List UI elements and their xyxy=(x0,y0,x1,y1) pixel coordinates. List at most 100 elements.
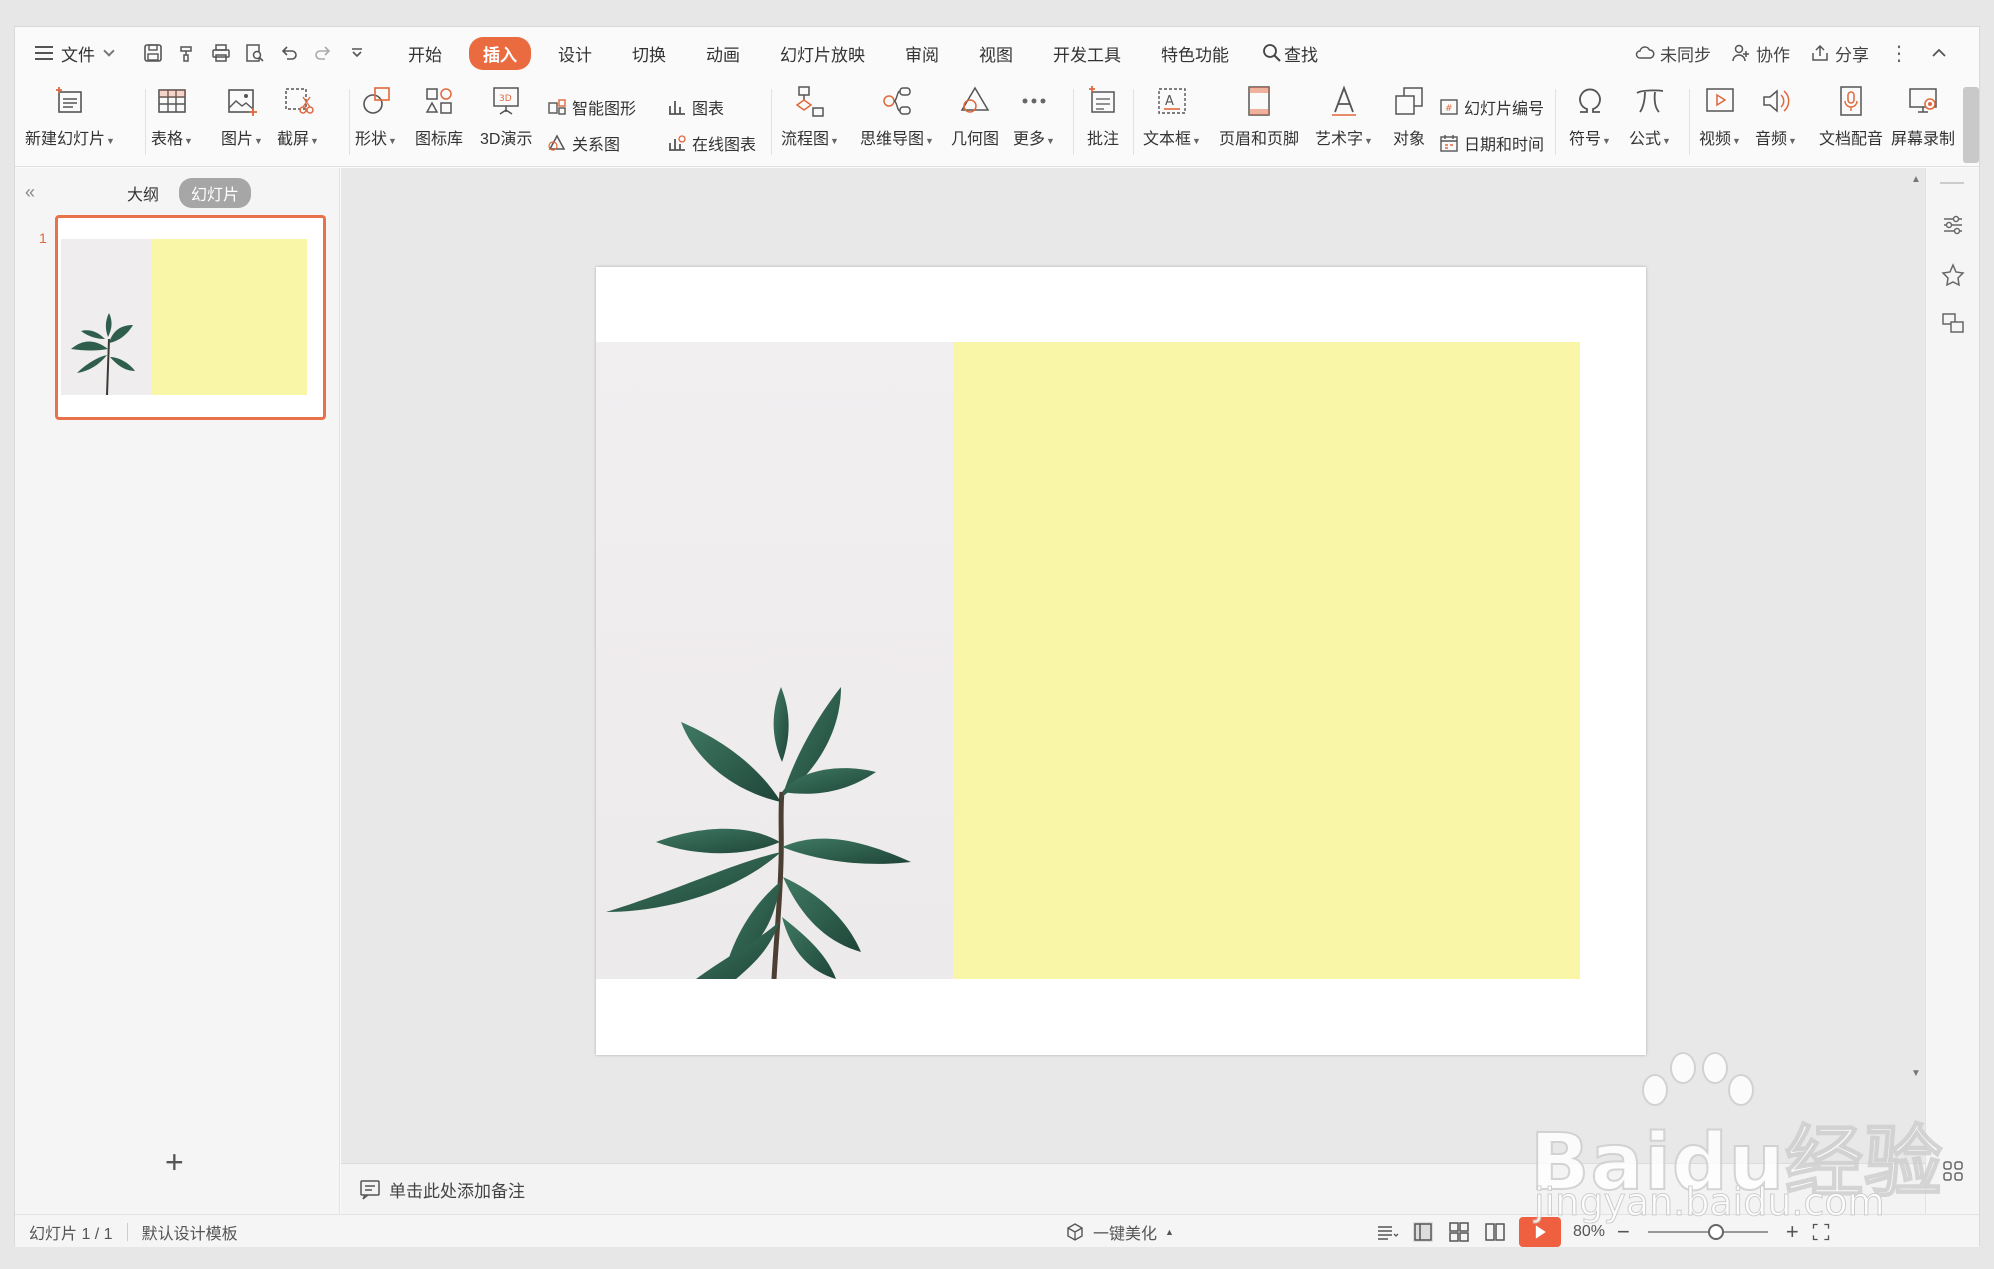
doc-voice-button[interactable]: 文档配音 xyxy=(1819,79,1883,149)
animation-star-icon[interactable] xyxy=(1940,262,1966,288)
flowchart-button[interactable]: 流程图▼ xyxy=(781,79,839,149)
tab-slides[interactable]: 幻灯片 xyxy=(179,178,252,208)
object-label: 对象 xyxy=(1392,131,1425,148)
symbol-button[interactable]: 符号▼ xyxy=(1569,79,1611,149)
new-slide-button[interactable]: 新建幻灯片▼ xyxy=(25,79,115,149)
new-slide-label: 新建幻灯片 xyxy=(25,131,106,148)
chart-button[interactable]: 图表 xyxy=(667,95,724,119)
file-menu[interactable]: 文件 xyxy=(35,41,115,66)
slide-thumbnail[interactable] xyxy=(55,215,326,420)
shape-button[interactable]: 形状▼ xyxy=(355,79,397,149)
beautify-icon xyxy=(1067,1222,1083,1241)
tab-outline[interactable]: 大纲 xyxy=(115,178,171,208)
customize-toolbar-icon[interactable] xyxy=(347,43,367,63)
canvas-vertical-scrollbar[interactable]: ▲ ▼ xyxy=(1909,168,1923,1088)
collapse-ribbon-button[interactable] xyxy=(1929,43,1949,63)
online-chart-label: 在线图表 xyxy=(692,137,757,154)
slide-sorter-icon[interactable] xyxy=(1447,1220,1471,1244)
undo-icon[interactable] xyxy=(279,43,299,63)
save-icon[interactable] xyxy=(143,43,163,63)
online-chart-button[interactable]: 在线图表 xyxy=(667,131,756,155)
slide-yellow-block[interactable] xyxy=(953,342,1580,979)
slide-plant-photo[interactable] xyxy=(596,342,953,979)
tab-insert[interactable]: 插入 xyxy=(469,36,531,70)
table-button[interactable]: 表格▼ xyxy=(151,79,193,149)
sync-button[interactable]: 未同步 xyxy=(1635,41,1711,66)
reading-view-icon[interactable] xyxy=(1483,1220,1507,1244)
tab-transition[interactable]: 切换 xyxy=(619,37,679,70)
video-button[interactable]: 视频▼ xyxy=(1699,79,1741,149)
tab-view[interactable]: 视图 xyxy=(966,37,1026,70)
relation-label: 关系图 xyxy=(572,137,621,154)
ribbon-divider xyxy=(349,89,350,155)
relation-button[interactable]: 关系图 xyxy=(547,131,620,155)
shape-label: 形状 xyxy=(355,131,388,148)
svg-text:3D: 3D xyxy=(499,94,512,104)
icon-library-button[interactable]: 图标库 xyxy=(415,79,463,149)
tab-review[interactable]: 审阅 xyxy=(892,37,952,70)
geometry-icon xyxy=(955,79,995,123)
slide-1[interactable] xyxy=(596,267,1646,1055)
tab-start[interactable]: 开始 xyxy=(395,37,455,70)
search-button[interactable]: 查找 xyxy=(1262,41,1318,66)
collapse-panel-icon[interactable]: « xyxy=(25,182,35,203)
ribbon-divider xyxy=(1555,89,1556,155)
tab-slideshow[interactable]: 幻灯片放映 xyxy=(767,37,878,70)
demo3d-button[interactable]: 3D 3D演示 xyxy=(480,79,532,149)
print-preview-icon[interactable] xyxy=(245,43,265,63)
tab-features[interactable]: 特色功能 xyxy=(1148,37,1242,70)
formula-button[interactable]: 公式▼ xyxy=(1629,79,1671,149)
shape-icon xyxy=(356,79,396,123)
property-settings-icon[interactable] xyxy=(1940,212,1966,238)
mindmap-button[interactable]: 思维导图▼ xyxy=(860,79,934,149)
picture-button[interactable]: 图片▼ xyxy=(221,79,263,149)
table-icon xyxy=(152,79,192,123)
plant-image xyxy=(71,313,135,396)
more-menu-button[interactable]: ⋮ xyxy=(1889,41,1909,66)
slide-number-button[interactable]: # 幻灯片编号 xyxy=(1439,95,1544,119)
collab-label: 协作 xyxy=(1756,45,1790,65)
print-icon[interactable] xyxy=(211,43,231,63)
quick-access-toolbar xyxy=(143,43,367,63)
chevron-down-icon xyxy=(103,44,115,57)
geometry-button[interactable]: 几何图 xyxy=(951,79,999,149)
thumbnail-yellow-block xyxy=(151,239,307,395)
audio-button[interactable]: 音频▼ xyxy=(1755,79,1797,149)
object-icon xyxy=(1389,79,1429,123)
screen-record-button[interactable]: 屏幕录制 xyxy=(1891,79,1955,149)
slide-thumbnail-panel: « 大纲 幻灯片 1 + xyxy=(15,168,340,1214)
smart-art-button[interactable]: 智能图形 xyxy=(547,95,636,119)
share-button[interactable]: 分享 xyxy=(1810,41,1869,66)
redo-icon[interactable] xyxy=(313,43,333,63)
zoom-slider[interactable] xyxy=(1647,1223,1768,1240)
header-footer-button[interactable]: 页眉和页脚 xyxy=(1219,79,1299,149)
tab-developer[interactable]: 开发工具 xyxy=(1040,37,1134,70)
beautify-button[interactable]: 一键美化 ▲ xyxy=(1065,1215,1174,1248)
scroll-up-icon[interactable]: ▲ xyxy=(1911,174,1921,185)
add-slide-icon[interactable]: + xyxy=(165,1146,184,1178)
watermark: Baidu经验 jingyan.baidu.com xyxy=(1529,1050,1960,1230)
comment-button[interactable]: 批注 xyxy=(1083,79,1123,149)
notes-toggle-icon[interactable] xyxy=(1375,1220,1399,1244)
chart-label: 图表 xyxy=(692,101,725,118)
audio-label: 音频 xyxy=(1755,131,1788,148)
wordart-button[interactable]: 艺术字▼ xyxy=(1315,79,1373,149)
screenshot-button[interactable]: 截屏▼ xyxy=(277,79,319,149)
design-template[interactable]: 默认设计模板 xyxy=(142,1220,238,1244)
user-add-icon xyxy=(1732,44,1749,62)
normal-view-icon[interactable] xyxy=(1411,1220,1435,1244)
search-icon xyxy=(1263,44,1281,62)
more-button[interactable]: 更多▼ xyxy=(1013,79,1055,149)
tab-design[interactable]: 设计 xyxy=(545,37,605,70)
datetime-button[interactable]: 日期和时间 xyxy=(1439,131,1544,155)
slide-transition-icon[interactable] xyxy=(1940,310,1966,336)
format-painter-icon[interactable] xyxy=(177,43,197,63)
ribbon-scrollbar[interactable] xyxy=(1963,87,1979,163)
object-button[interactable]: 对象 xyxy=(1389,79,1429,149)
pi-icon xyxy=(1630,79,1670,123)
textbox-button[interactable]: A 文本框▼ xyxy=(1143,79,1201,149)
svg-text:A: A xyxy=(1165,94,1174,109)
collab-button[interactable]: 协作 xyxy=(1731,41,1790,66)
flowchart-label: 流程图 xyxy=(781,131,830,148)
tab-animation[interactable]: 动画 xyxy=(693,37,753,70)
